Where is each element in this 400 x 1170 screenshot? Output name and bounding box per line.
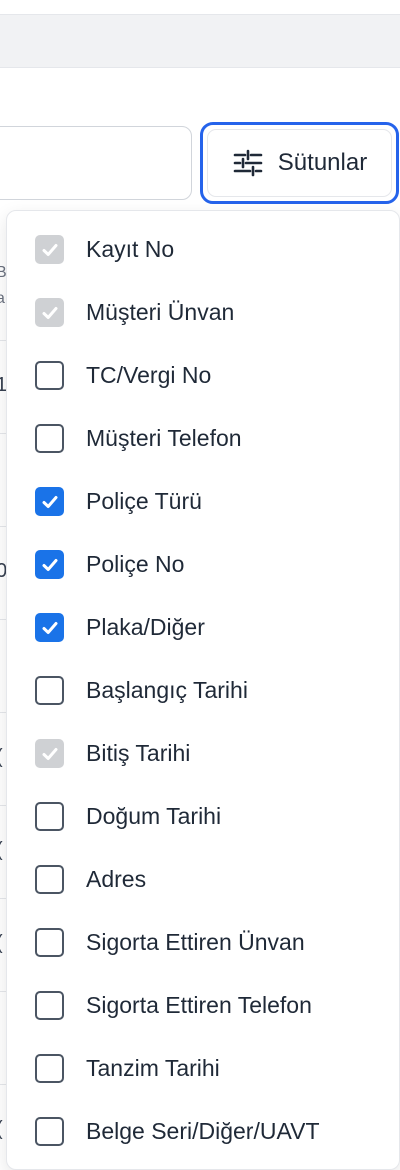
column-option: Bitiş Tarihi [7, 722, 399, 785]
column-checkbox[interactable] [35, 361, 64, 390]
table-cell-fragment: . [0, 467, 2, 490]
search-input[interactable] [0, 126, 192, 200]
column-checkbox[interactable] [35, 424, 64, 453]
column-checkbox[interactable] [35, 613, 64, 642]
column-option-label: Doğum Tarihi [86, 803, 222, 829]
table-header-fragment: a [0, 290, 5, 307]
checkmark-icon [42, 495, 57, 508]
column-checkbox[interactable] [35, 928, 64, 957]
column-checkbox[interactable] [35, 550, 64, 579]
column-option: Kayıt No [7, 218, 399, 281]
column-checkbox [35, 298, 64, 327]
column-checkbox[interactable] [35, 487, 64, 516]
column-option-label: Adres [86, 866, 147, 892]
column-option[interactable]: Tanzim Tarihi [7, 1037, 399, 1100]
column-checkbox [35, 235, 64, 264]
column-checkbox[interactable] [35, 802, 64, 831]
top-strip [0, 0, 400, 14]
columns-button[interactable]: Sütunlar [200, 122, 399, 204]
table-cell-fragment: . [0, 653, 2, 676]
column-option[interactable]: TC/Vergi No [7, 344, 399, 407]
column-option-label: Sigorta Ettiren Telefon [86, 992, 312, 1018]
column-checkbox[interactable] [35, 1054, 64, 1083]
checkmark-icon [42, 621, 57, 634]
column-option-label: Plaka/Diğer [86, 614, 205, 640]
column-checkbox[interactable] [35, 865, 64, 894]
column-option[interactable]: Müşteri Telefon [7, 407, 399, 470]
column-option[interactable]: Plaka/Diğer [7, 596, 399, 659]
table-cell-fragment: ( [0, 839, 3, 862]
column-option-label: Poliçe Türü [86, 488, 202, 514]
table-cell-fragment: . [0, 1025, 2, 1048]
column-option-label: Kayıt No [86, 236, 175, 262]
column-option[interactable]: Adres [7, 848, 399, 911]
column-option[interactable]: Doğum Tarihi [7, 785, 399, 848]
column-checkbox[interactable] [35, 676, 64, 705]
column-option[interactable]: Poliçe Türü [7, 470, 399, 533]
table-cell-fragment: ( [0, 746, 3, 769]
column-option-label: Belge Seri/Diğer/UAVT [86, 1118, 320, 1144]
column-option-label: Sigorta Ettiren Ünvan [86, 929, 305, 955]
header-band [0, 14, 400, 68]
column-option[interactable]: Sigorta Ettiren Ünvan [7, 911, 399, 974]
column-checkbox[interactable] [35, 1117, 64, 1146]
column-visibility-menu: Kayıt No Müşteri Ünvan TC/Vergi No Müşteri … [6, 210, 400, 1170]
table-cell-fragment: ( [0, 1118, 3, 1141]
column-option-label: TC/Vergi No [86, 362, 212, 388]
column-option[interactable]: Başlangıç Tarihi [7, 659, 399, 722]
checkmark-icon [42, 306, 57, 319]
column-option[interactable]: Sigorta Ettiren Telefon [7, 974, 399, 1037]
table-cell-fragment: ( [0, 932, 3, 955]
column-option-label: Poliçe No [86, 551, 185, 577]
column-option-label: Tanzim Tarihi [86, 1055, 220, 1081]
column-option-label: Bitiş Tarihi [86, 740, 191, 766]
column-option-label: Başlangıç Tarihi [86, 677, 248, 703]
column-option: Müşteri Ünvan [7, 281, 399, 344]
column-checkbox [35, 739, 64, 768]
column-option-label: Müşteri Telefon [86, 425, 242, 451]
checkmark-icon [42, 558, 57, 571]
sliders-icon [233, 149, 263, 177]
checkmark-icon [42, 243, 57, 256]
column-checkbox[interactable] [35, 991, 64, 1020]
column-option-label: Müşteri Ünvan [86, 299, 235, 325]
column-option[interactable]: Belge Seri/Diğer/UAVT [7, 1100, 399, 1163]
checkmark-icon [42, 747, 57, 760]
columns-button-label: Sütunlar [277, 149, 368, 176]
column-option[interactable]: Poliçe No [7, 533, 399, 596]
